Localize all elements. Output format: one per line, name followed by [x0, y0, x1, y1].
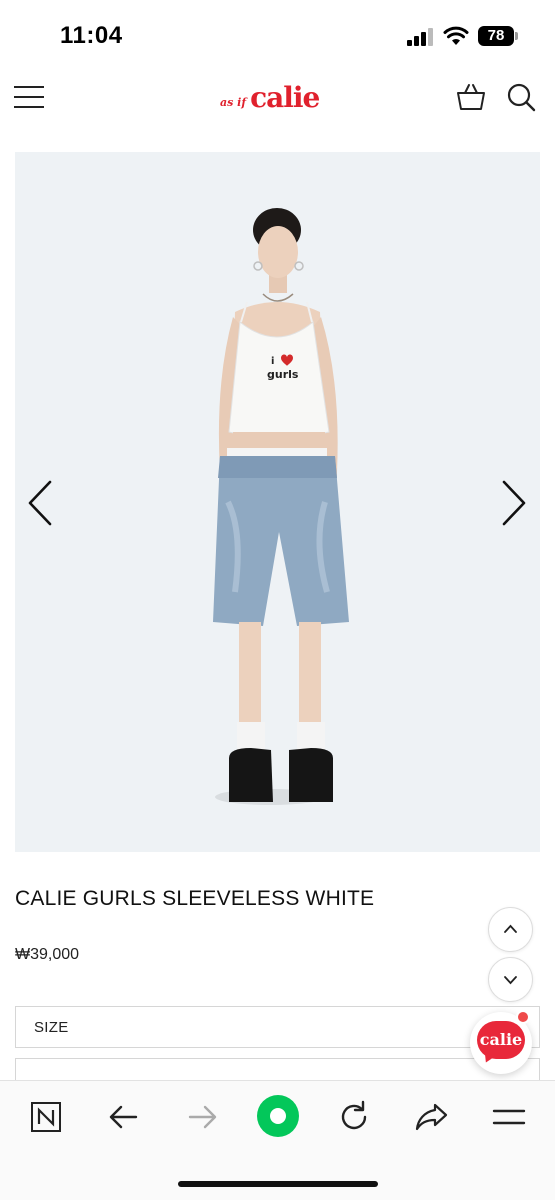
shirt-print-i: i — [271, 356, 274, 367]
chevron-down-icon — [504, 976, 517, 985]
hamburger-menu-icon[interactable] — [14, 84, 44, 110]
chevron-left-icon[interactable] — [24, 478, 56, 528]
search-icon[interactable] — [506, 82, 536, 112]
chevron-up-icon — [504, 924, 517, 933]
scroll-down-button[interactable] — [488, 957, 533, 1002]
shopping-bag-icon[interactable] — [455, 82, 487, 112]
status-time: 11:04 — [60, 22, 123, 49]
model-photo: i gurls — [213, 208, 349, 805]
menu-icon[interactable] — [487, 1095, 531, 1139]
size-select[interactable]: SIZE — [15, 1006, 540, 1048]
naver-n-icon[interactable] — [24, 1095, 68, 1139]
forward-arrow-icon[interactable] — [180, 1095, 224, 1139]
battery-cap — [515, 32, 518, 40]
cellular-signal-icon — [407, 28, 433, 46]
home-indicator — [178, 1181, 378, 1187]
status-bar: 11:04 78 — [0, 0, 555, 70]
logo-main-text: calie — [250, 81, 320, 114]
reload-icon[interactable] — [332, 1095, 376, 1139]
product-image-gallery[interactable]: i gurls — [15, 152, 540, 852]
chevron-right-icon[interactable] — [498, 478, 530, 528]
green-home-icon[interactable] — [255, 1093, 301, 1139]
share-icon[interactable] — [410, 1095, 454, 1139]
chat-bubble-icon: calie — [477, 1021, 525, 1059]
site-header: as if calie — [0, 70, 555, 130]
shirt-print-gurls: gurls — [267, 368, 299, 381]
back-arrow-icon[interactable] — [102, 1095, 146, 1139]
battery-icon: 78 — [478, 26, 514, 46]
wifi-icon — [443, 26, 469, 45]
chat-notification-dot — [516, 1010, 530, 1024]
product-price: ₩39,000 — [15, 946, 80, 963]
size-select-label: SIZE — [34, 1019, 69, 1036]
product-title: CALIE GURLS SLEEVELESS WHITE — [15, 887, 375, 910]
scroll-up-button[interactable] — [488, 907, 533, 952]
chat-button[interactable]: calie — [470, 1010, 532, 1074]
brand-logo[interactable]: as if calie — [220, 80, 320, 114]
logo-small-text: as if — [220, 96, 247, 109]
